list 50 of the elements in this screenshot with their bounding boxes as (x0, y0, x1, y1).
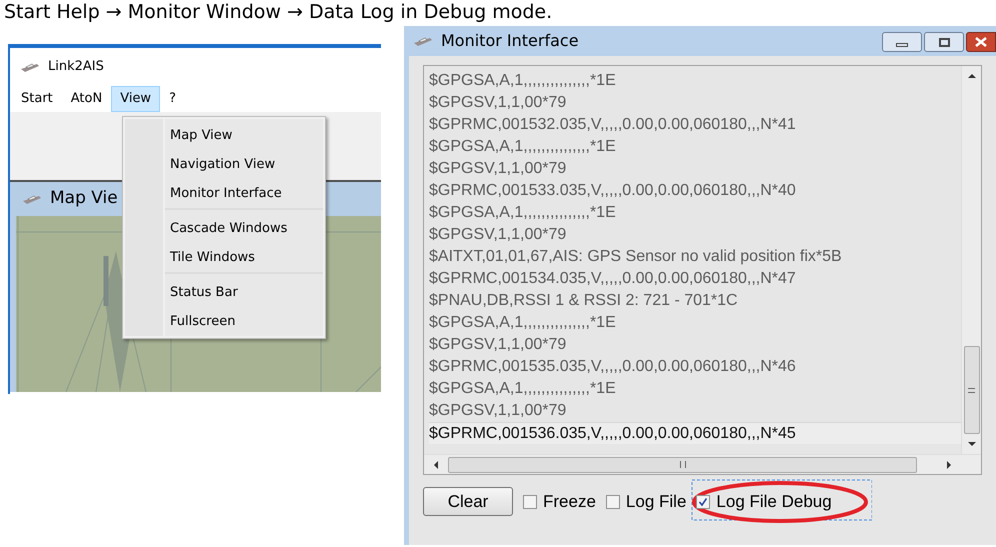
scroll-down-icon[interactable] (966, 440, 976, 448)
checkbox[interactable]: Freeze (523, 488, 596, 514)
menu-bar-item[interactable]: AtoN (62, 86, 112, 112)
log-line: $GPGSA,A,1,,,,,,,,,,,,,,,*1E (429, 137, 617, 157)
log-line: $GPRMC,001532.035,V,,,,,0.00,0.00,060180,,,N*41 (429, 115, 797, 135)
log-line: $GPGSA,A,1,,,,,,,,,,,,,,,*1E (429, 203, 617, 223)
log-line: $GPGSV,1,1,00*79 (429, 159, 568, 179)
page-heading: Start Help → Monitor Window → Data Log in Debug mode. (3, 0, 554, 25)
log-line: $GPGSV,1,1,00*79 (429, 335, 568, 355)
log-line: $GPRMC,001533.035,V,,,,,0.00,0.00,060180,,,N*40 (429, 181, 797, 201)
child-window-title: Map Vie (50, 187, 118, 210)
log-line: $GPRMC,001535.035,V,,,,,0.00,0.00,060180,,,N*46 (429, 357, 797, 377)
scroll-thumb[interactable] (964, 346, 980, 434)
window-title: Monitor Interface (441, 30, 579, 52)
log-line: $AITXT,01,01,67,AIS: GPS Sensor no valid position fix*5B (429, 247, 843, 267)
minimize-button[interactable] (882, 32, 922, 52)
maximize-button[interactable] (924, 32, 964, 52)
log-line: $PNAU,DB,RSSI 1 & RSSI 2: 721 - 701*1C (429, 291, 739, 311)
menu-item[interactable]: Tile Windows (165, 243, 323, 272)
menu-item[interactable]: Navigation View (165, 150, 323, 179)
log-line: $GPGSV,1,1,00*79 (429, 225, 568, 245)
log-line: $GPGSA,A,1,,,,,,,,,,,,,,,*1E (429, 313, 617, 333)
close-icon (975, 37, 987, 47)
window-title: Link2AIS (48, 58, 104, 76)
clear-button[interactable]: Clear (423, 487, 513, 516)
menu-item[interactable]: Cascade Windows (165, 214, 323, 243)
check-icon (698, 496, 708, 506)
menu-item[interactable]: Status Bar (165, 278, 323, 307)
menu-bar-item[interactable]: Start (12, 86, 62, 112)
vertical-scrollbar[interactable] (961, 66, 981, 454)
menu-bar-item[interactable]: View (111, 86, 160, 112)
log-line: $GPGSV,1,1,00*79 (429, 93, 568, 113)
ship-icon (413, 35, 433, 47)
scroll-left-icon[interactable] (432, 460, 440, 470)
scroll-up-icon[interactable] (966, 72, 976, 80)
log-line: $GPGSA,A,1,,,,,,,,,,,,,,,*1E (429, 71, 617, 91)
log-line: $GPRMC,001534.035,V,,,,,0.00,0.00,060180,,,N*47 (429, 269, 797, 289)
scroll-right-icon[interactable] (945, 460, 953, 470)
log-line: $GPGSA,A,1,,,,,,,,,,,,,,,*1E (429, 379, 617, 399)
menu-item[interactable]: Monitor Interface (165, 179, 323, 208)
menu-bar-item[interactable]: ? (160, 86, 185, 112)
scroll-thumb[interactable] (448, 456, 917, 472)
checkbox[interactable]: Log File (606, 488, 686, 514)
menu-item[interactable]: Fullscreen (165, 307, 323, 336)
close-button[interactable] (966, 32, 996, 52)
ship-icon (22, 193, 42, 205)
horizontal-scrollbar[interactable] (424, 454, 981, 474)
menu-item[interactable]: Map View (165, 121, 323, 150)
log-line: $GPGSV,1,1,00*79 (429, 401, 568, 421)
ship-icon (20, 61, 40, 73)
